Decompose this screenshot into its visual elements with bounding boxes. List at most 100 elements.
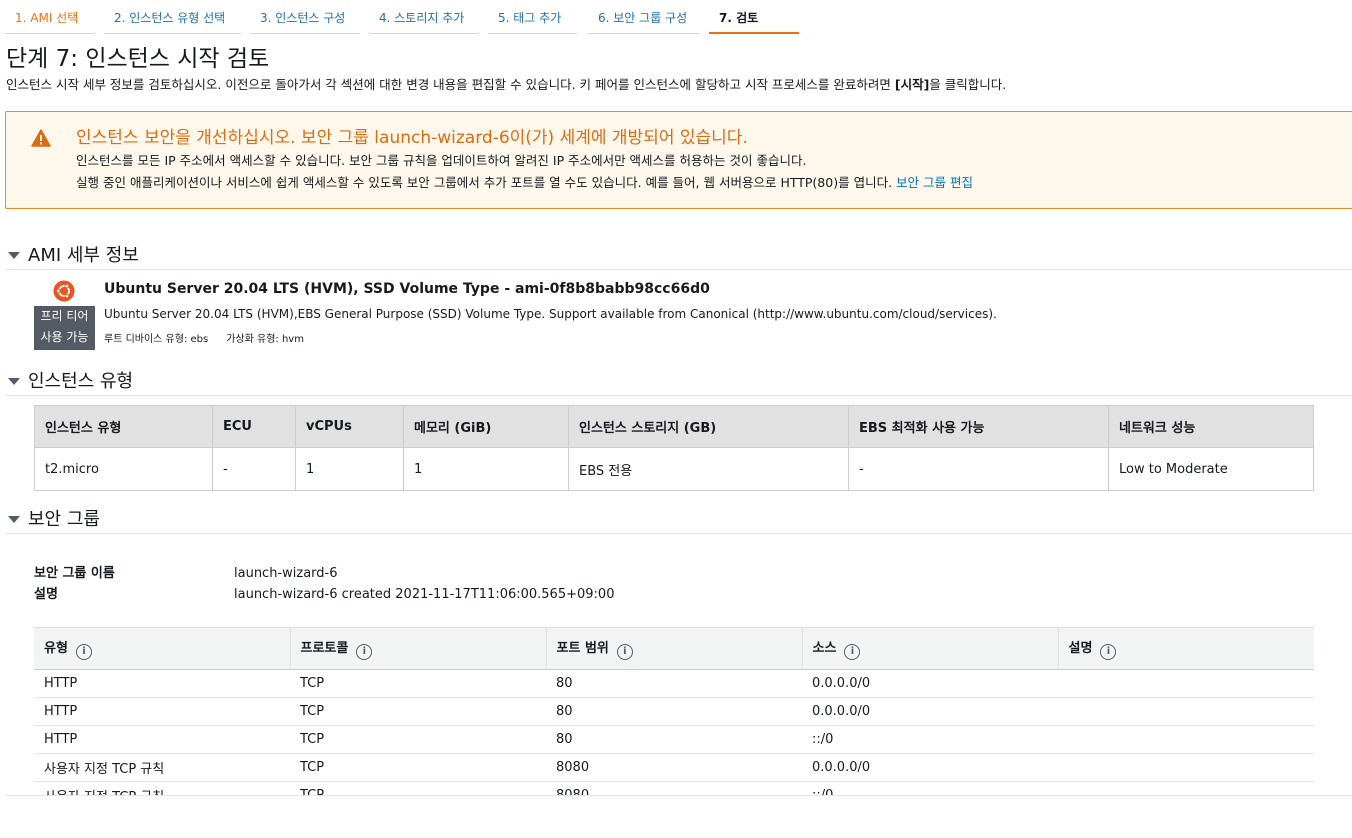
- step-security-group[interactable]: 6. 보안 그룹 구성: [588, 0, 700, 34]
- step-add-storage[interactable]: 4. 스토리지 추가: [369, 0, 479, 34]
- info-icon[interactable]: i: [1100, 644, 1117, 660]
- cell-description: [1058, 753, 1314, 782]
- col-source-label: 소스: [812, 641, 837, 656]
- cell-protocol: TCP: [290, 697, 546, 726]
- security-rules-table: 유형 i 프로토콜 i 포트 범위 i 소스 i 설명 i HTTP TCP 80 0.0…: [34, 627, 1314, 795]
- cell-rule-type: HTTP: [34, 697, 290, 726]
- page-title: 단계 7: 인스턴스 시작 검토: [6, 46, 270, 72]
- warning-line-1: 인스턴스를 모든 IP 주소에서 액세스할 수 있습니다. 보안 그룹 규칙을 …: [76, 153, 807, 168]
- security-rules-table-wrap: 유형 i 프로토콜 i 포트 범위 i 소스 i 설명 i HTTP TCP 80 0.0…: [34, 627, 1314, 795]
- ami-meta: 루트 디바이스 유형: ebs 가상화 유형: hvm: [104, 333, 322, 347]
- step-ami-select[interactable]: 1. AMI 선택: [5, 0, 95, 34]
- warning-triangle-icon: [31, 129, 51, 147]
- free-tier-badge-line1: 프리 티어: [40, 309, 89, 323]
- cell-protocol: TCP: [290, 781, 546, 795]
- col-protocol: 프로토콜 i: [290, 627, 547, 670]
- table-row: t2.micro - 1 1 EBS 전용 - Low to Moderate: [34, 447, 1314, 491]
- cell-instance-storage: EBS 전용: [568, 447, 849, 491]
- cell-ecu: -: [212, 447, 296, 491]
- cell-rule-type: HTTP: [34, 725, 290, 754]
- step-instance-type[interactable]: 2. 인스턴스 유형 선택: [104, 0, 241, 34]
- ami-details-section-header[interactable]: AMI 세부 정보: [6, 244, 1352, 270]
- cell-vcpus: 1: [295, 447, 404, 491]
- collapse-caret-icon[interactable]: [8, 378, 20, 385]
- cell-description: [1058, 669, 1314, 698]
- content-divider: [6, 795, 1352, 796]
- col-rule-type-label: 유형: [44, 641, 68, 656]
- cell-rule-type: 사용자 지정 TCP 규칙: [34, 781, 290, 795]
- sg-name-value: launch-wizard-6: [234, 566, 338, 581]
- table-row: HTTP TCP 80 0.0.0.0/0: [34, 697, 1314, 726]
- cell-description: [1058, 781, 1314, 795]
- table-header-row: 유형 i 프로토콜 i 포트 범위 i 소스 i 설명 i: [34, 627, 1314, 670]
- col-instance-storage: 인스턴스 스토리지 (GB): [568, 405, 849, 448]
- col-protocol-label: 프로토콜: [300, 641, 349, 656]
- cell-instance-type: t2.micro: [34, 447, 213, 491]
- ami-name: Ubuntu Server 20.04 LTS (HVM), SSD Volum…: [104, 281, 710, 297]
- cell-protocol: TCP: [290, 753, 546, 782]
- col-vcpus: vCPUs: [295, 405, 404, 448]
- info-icon[interactable]: i: [844, 644, 861, 660]
- cell-source: ::/0: [802, 725, 1058, 754]
- free-tier-badge-line2: 사용 가능: [40, 330, 89, 344]
- instance-type-section-header[interactable]: 인스턴스 유형: [6, 370, 1352, 396]
- page-desc-tail: 을 클릭합니다.: [929, 77, 1007, 92]
- info-icon[interactable]: i: [75, 644, 92, 660]
- cell-port-range: 8080: [546, 781, 802, 795]
- warning-line-2-text: 실행 중인 애플리케이션이나 서비스에 쉽게 액세스할 수 있도록 보안 그룹에…: [76, 175, 897, 190]
- cell-description: [1058, 697, 1314, 726]
- table-row: 사용자 지정 TCP 규칙 TCP 8080 ::/0: [34, 781, 1314, 795]
- sg-desc-label: 설명: [34, 587, 58, 602]
- edit-security-group-link[interactable]: 보안 그룹 편집: [896, 175, 973, 190]
- warning-line-2: 실행 중인 애플리케이션이나 서비스에 쉽게 액세스할 수 있도록 보안 그룹에…: [76, 174, 973, 192]
- cell-source: 0.0.0.0/0: [802, 697, 1058, 726]
- page-desc-text: 인스턴스 시작 세부 정보를 검토하십시오. 이전으로 돌아가서 각 섹션에 대…: [6, 77, 895, 92]
- instance-type-table: 인스턴스 유형 ECU vCPUs 메모리 (GiB) 인스턴스 스토리지 (G…: [34, 405, 1314, 491]
- security-warning-box: 인스턴스 보안을 개선하십시오. 보안 그룹 launch-wizard-6이(…: [5, 111, 1352, 209]
- sg-name-label: 보안 그룹 이름: [34, 566, 115, 581]
- cell-protocol: TCP: [290, 669, 546, 698]
- cell-port-range: 80: [546, 697, 802, 726]
- collapse-caret-icon[interactable]: [8, 516, 20, 523]
- collapse-caret-icon[interactable]: [8, 252, 20, 259]
- col-description: 설명 i: [1058, 627, 1314, 670]
- step-add-tags[interactable]: 5. 태그 추가: [488, 0, 577, 34]
- free-tier-badge: 프리 티어 사용 가능: [34, 306, 95, 350]
- step-configure-instance[interactable]: 3. 인스턴스 구성: [250, 0, 360, 34]
- col-ecu: ECU: [212, 405, 296, 448]
- cell-source: 0.0.0.0/0: [802, 753, 1058, 782]
- cell-source: 0.0.0.0/0: [802, 669, 1058, 698]
- ami-section-title: AMI 세부 정보: [28, 245, 139, 266]
- col-rule-type: 유형 i: [34, 627, 291, 670]
- security-group-section-header[interactable]: 보안 그룹: [6, 508, 1352, 534]
- col-network-performance: 네트워크 성능: [1108, 405, 1314, 448]
- table-header-row: 인스턴스 유형 ECU vCPUs 메모리 (GiB) 인스턴스 스토리지 (G…: [34, 405, 1314, 448]
- table-row: HTTP TCP 80 0.0.0.0/0: [34, 669, 1314, 698]
- col-ebs-optimized: EBS 최적화 사용 가능: [848, 405, 1109, 448]
- root-device-type: 루트 디바이스 유형: ebs: [104, 334, 209, 345]
- col-port-range-label: 포트 범위: [556, 641, 609, 656]
- cell-rule-type: 사용자 지정 TCP 규칙: [34, 753, 290, 782]
- cell-memory: 1: [403, 447, 569, 491]
- cell-rule-type: HTTP: [34, 669, 290, 698]
- info-icon[interactable]: i: [616, 644, 633, 660]
- warning-title: 인스턴스 보안을 개선하십시오. 보안 그룹 launch-wizard-6이(…: [76, 128, 748, 148]
- col-port-range: 포트 범위 i: [546, 627, 803, 670]
- cell-protocol: TCP: [290, 725, 546, 754]
- info-icon[interactable]: i: [356, 644, 373, 660]
- instance-type-section-title: 인스턴스 유형: [28, 371, 134, 392]
- cell-port-range: 80: [546, 669, 802, 698]
- cell-port-range: 80: [546, 725, 802, 754]
- step-review[interactable]: 7. 검토: [709, 0, 799, 34]
- ubuntu-logo-icon: [53, 280, 75, 302]
- cell-ebs-optimized: -: [848, 447, 1109, 491]
- wizard-steps: 1. AMI 선택 2. 인스턴스 유형 선택 3. 인스턴스 구성 4. 스토…: [0, 0, 1352, 36]
- col-source: 소스 i: [802, 627, 1059, 670]
- cell-network-performance: Low to Moderate: [1108, 447, 1314, 491]
- virtualization-type: 가상화 유형: hvm: [226, 334, 304, 345]
- sg-desc-value: launch-wizard-6 created 2021-11-17T11:06…: [234, 587, 615, 602]
- col-memory: 메모리 (GiB): [403, 405, 569, 448]
- security-group-section-title: 보안 그룹: [28, 509, 100, 530]
- page-desc-launch: [시작]: [894, 77, 930, 92]
- table-row: HTTP TCP 80 ::/0: [34, 725, 1314, 754]
